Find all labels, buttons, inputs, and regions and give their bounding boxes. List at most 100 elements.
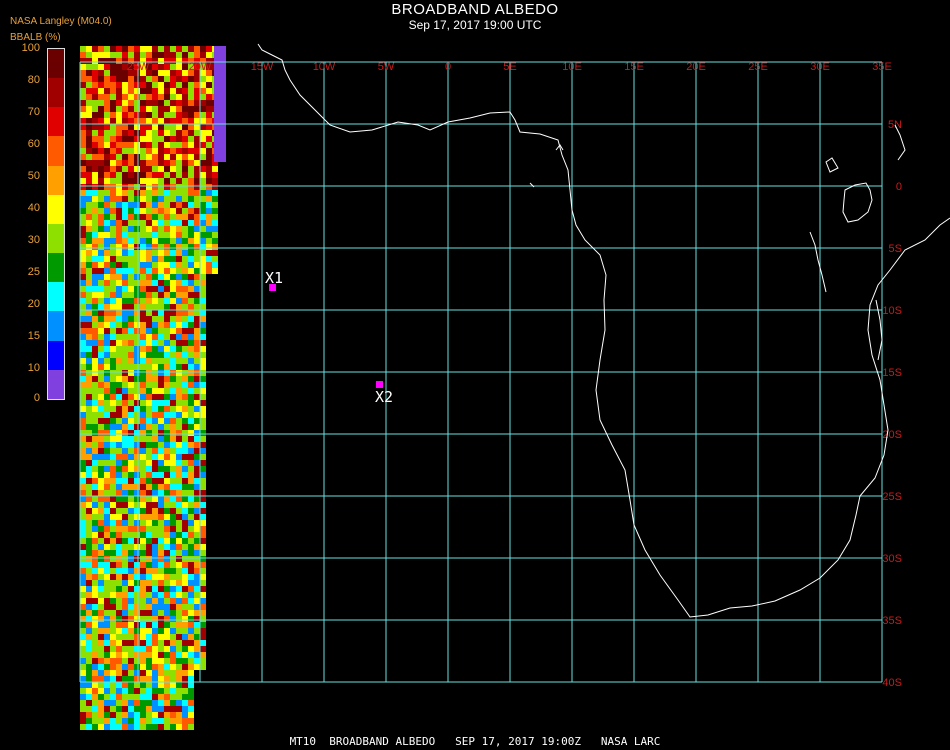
albedo-pixel xyxy=(188,670,194,676)
albedo-pixel xyxy=(158,424,164,430)
albedo-pixel xyxy=(110,424,116,430)
albedo-pixel xyxy=(140,82,146,88)
albedo-pixel xyxy=(134,400,140,406)
albedo-pixel xyxy=(188,136,194,142)
albedo-pixel xyxy=(86,424,92,430)
albedo-pixel xyxy=(122,430,128,436)
albedo-pixel xyxy=(152,520,158,526)
albedo-pixel xyxy=(104,688,110,694)
albedo-pixel xyxy=(146,52,152,58)
albedo-pixel xyxy=(80,640,86,646)
albedo-pixel xyxy=(92,130,98,136)
albedo-pixel xyxy=(116,334,122,340)
albedo-pixel xyxy=(104,220,110,226)
albedo-pixel xyxy=(86,436,92,442)
albedo-pixel xyxy=(116,298,122,304)
albedo-pixel xyxy=(104,682,110,688)
albedo-pixel xyxy=(104,544,110,550)
albedo-pixel xyxy=(152,442,158,448)
albedo-pixel xyxy=(80,406,86,412)
albedo-pixel xyxy=(146,340,152,346)
albedo-pixel xyxy=(98,166,104,172)
albedo-pixel xyxy=(152,514,158,520)
albedo-pixel xyxy=(104,646,110,652)
albedo-pixel xyxy=(194,442,200,448)
albedo-pixel xyxy=(200,430,206,436)
albedo-pixel xyxy=(116,382,122,388)
albedo-pixel xyxy=(80,496,86,502)
albedo-pixel xyxy=(182,718,188,724)
albedo-pixel xyxy=(134,460,140,466)
albedo-pixel xyxy=(80,508,86,514)
albedo-pixel xyxy=(116,652,122,658)
albedo-pixel xyxy=(152,298,158,304)
albedo-pixel xyxy=(182,64,188,70)
albedo-pixel xyxy=(182,202,188,208)
albedo-pixel xyxy=(116,352,122,358)
albedo-pixel xyxy=(92,562,98,568)
albedo-pixel xyxy=(92,664,98,670)
albedo-pixel xyxy=(176,472,182,478)
albedo-pixel xyxy=(176,274,182,280)
albedo-pixel xyxy=(98,220,104,226)
albedo-pixel xyxy=(200,580,206,586)
albedo-pixel xyxy=(200,172,206,178)
albedo-pixel xyxy=(188,622,194,628)
albedo-pixel xyxy=(86,136,92,142)
albedo-pixel xyxy=(188,88,194,94)
albedo-pixel xyxy=(128,226,134,232)
albedo-pixel xyxy=(188,166,194,172)
albedo-pixel xyxy=(200,442,206,448)
albedo-pixel xyxy=(128,220,134,226)
albedo-pixel xyxy=(152,172,158,178)
albedo-pixel xyxy=(182,220,188,226)
albedo-pixel xyxy=(158,346,164,352)
albedo-pixel xyxy=(122,526,128,532)
albedo-pixel xyxy=(170,64,176,70)
albedo-pixel xyxy=(110,220,116,226)
albedo-pixel xyxy=(128,214,134,220)
albedo-pixel xyxy=(170,208,176,214)
albedo-pixel xyxy=(140,712,146,718)
albedo-pixel xyxy=(182,646,188,652)
albedo-pixel xyxy=(140,700,146,706)
albedo-pixel xyxy=(206,196,212,202)
albedo-pixel xyxy=(152,46,158,52)
albedo-pixel xyxy=(152,358,158,364)
albedo-pixel xyxy=(134,262,140,268)
albedo-pixel xyxy=(188,112,194,118)
albedo-pixel xyxy=(170,328,176,334)
albedo-pixel xyxy=(86,226,92,232)
albedo-pixel xyxy=(194,208,200,214)
albedo-pixel xyxy=(158,526,164,532)
albedo-pixel xyxy=(152,118,158,124)
albedo-pixel xyxy=(92,148,98,154)
albedo-pixel xyxy=(200,550,206,556)
albedo-pixel xyxy=(104,136,110,142)
albedo-pixel xyxy=(140,88,146,94)
albedo-pixel xyxy=(164,676,170,682)
albedo-pixel xyxy=(146,106,152,112)
albedo-pixel xyxy=(164,310,170,316)
albedo-pixel xyxy=(194,154,200,160)
albedo-pixel xyxy=(152,658,158,664)
albedo-pixel xyxy=(170,688,176,694)
albedo-pixel xyxy=(146,616,152,622)
albedo-pixel xyxy=(86,394,92,400)
albedo-pixel xyxy=(110,658,116,664)
albedo-pixel xyxy=(194,664,200,670)
albedo-pixel xyxy=(158,118,164,124)
albedo-pixel xyxy=(146,238,152,244)
albedo-pixel xyxy=(110,304,116,310)
albedo-pixel xyxy=(128,196,134,202)
albedo-pixel xyxy=(158,604,164,610)
albedo-pixel xyxy=(116,364,122,370)
albedo-pixel xyxy=(86,256,92,262)
albedo-pixel xyxy=(80,586,86,592)
albedo-pixel xyxy=(128,352,134,358)
albedo-pixel xyxy=(194,562,200,568)
albedo-pixel xyxy=(182,190,188,196)
albedo-pixel xyxy=(134,118,140,124)
albedo-pixel xyxy=(80,454,86,460)
albedo-pixel xyxy=(140,364,146,370)
